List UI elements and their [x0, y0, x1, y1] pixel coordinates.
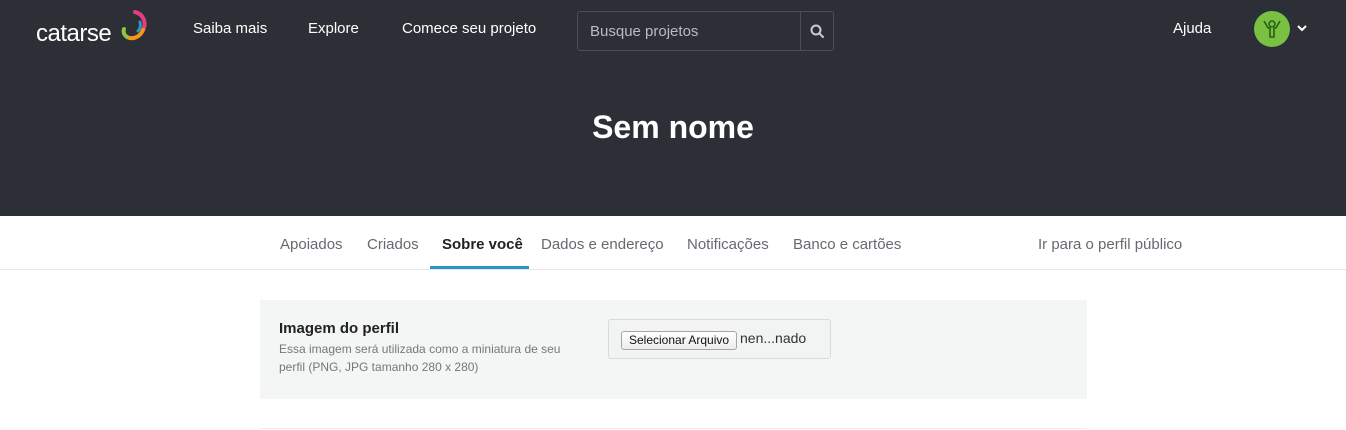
nav-explore[interactable]: Explore — [308, 20, 359, 38]
tab-dados-e-endereco[interactable]: Dados e endereço — [541, 236, 664, 254]
search-button[interactable] — [800, 12, 833, 50]
chevron-down-icon[interactable] — [1296, 22, 1308, 34]
profile-tabs: Apoiados Criados Sobre você Dados e ende… — [0, 216, 1346, 270]
nav-saiba-mais[interactable]: Saiba mais — [193, 20, 267, 38]
tab-criados[interactable]: Criados — [367, 236, 419, 254]
avatar[interactable] — [1254, 11, 1290, 47]
logo-mark-icon — [121, 10, 147, 41]
file-input[interactable]: Selecionar Arquivo nen...nado — [608, 319, 831, 359]
page-title: Sem nome — [592, 109, 754, 145]
search-bar — [577, 11, 834, 51]
nav-comece-seu-projeto[interactable]: Comece seu projeto — [402, 20, 536, 38]
tab-sobre-voce[interactable]: Sobre você — [442, 236, 523, 254]
profile-image-title: Imagem do perfil — [279, 320, 400, 337]
divider — [260, 428, 1087, 429]
user-avatar-icon — [1263, 20, 1281, 38]
catarse-logo[interactable]: catarse — [36, 12, 112, 52]
search-input[interactable] — [578, 12, 800, 50]
nav-ajuda[interactable]: Ajuda — [1173, 20, 1211, 38]
public-profile-link[interactable]: Ir para o perfil público — [1038, 236, 1182, 254]
file-name-label: nen...nado — [740, 330, 807, 346]
tab-notificacoes[interactable]: Notificações — [687, 236, 769, 254]
logo-text: catarse — [36, 20, 112, 47]
tab-apoiados[interactable]: Apoiados — [280, 236, 343, 254]
profile-image-description: Essa imagem será utilizada como a miniat… — [279, 342, 561, 374]
search-icon — [810, 24, 824, 38]
page-header: catarse Saiba mais Explore Comece seu pr… — [0, 0, 1346, 216]
active-tab-indicator — [430, 266, 529, 269]
profile-image-section: Imagem do perfil Essa imagem será utiliz… — [260, 300, 1087, 399]
tab-banco-e-cartoes[interactable]: Banco e cartões — [793, 236, 901, 254]
select-file-button[interactable]: Selecionar Arquivo — [621, 331, 738, 350]
